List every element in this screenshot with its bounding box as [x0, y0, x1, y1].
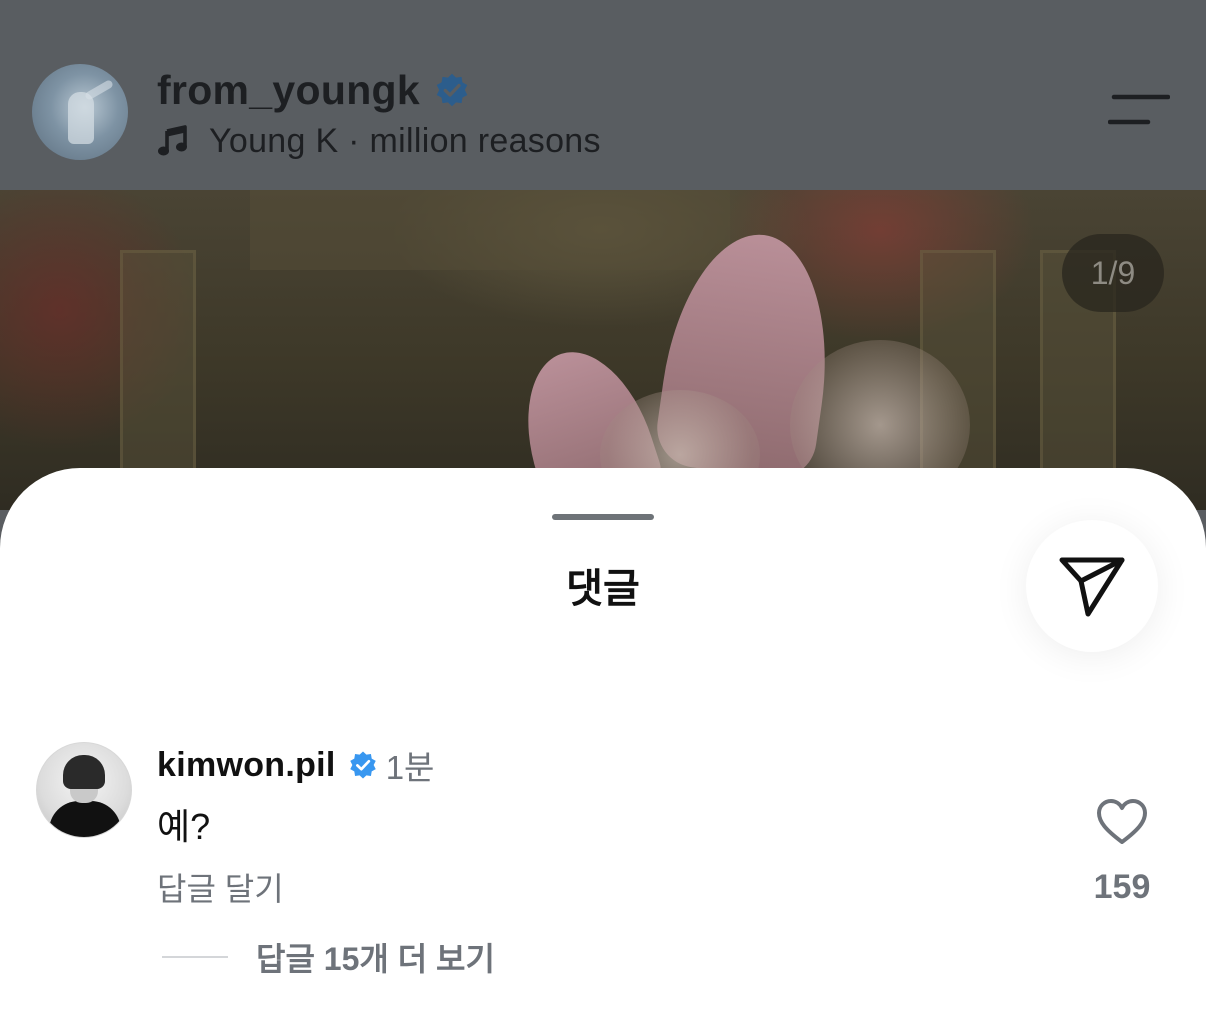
author-row: from_youngk [157, 64, 470, 116]
post-photo[interactable] [0, 190, 1206, 510]
verified-badge-icon [436, 73, 468, 107]
like-count: 159 [1093, 868, 1151, 906]
post-header: from_youngk Young K · million reasons [0, 0, 1206, 190]
author-avatar[interactable] [32, 64, 128, 160]
comments-sheet: 댓글 kimwon.pil 1분 예? 답글 달기 159 답글 15개 더 보… [0, 468, 1206, 1010]
commenter-username[interactable]: kimwon.pil [157, 746, 336, 785]
author-username[interactable]: from_youngk [157, 67, 420, 114]
comment-text: 예? [157, 806, 211, 847]
view-replies-button[interactable]: 답글 15개 더 보기 [256, 934, 495, 980]
photo-panel [120, 250, 196, 476]
menu-icon[interactable] [1108, 94, 1170, 126]
page-indicator: 1/9 [1062, 234, 1164, 312]
replies-divider [162, 956, 228, 958]
avatar-arm [84, 79, 114, 101]
share-button[interactable] [1026, 520, 1158, 652]
music-row[interactable]: Young K · million reasons [157, 118, 601, 164]
heart-icon[interactable] [1096, 798, 1148, 846]
comment-timestamp: 1분 [385, 749, 435, 786]
avatar-hair [63, 755, 105, 789]
music-track: Young K · million reasons [209, 121, 601, 160]
drag-handle[interactable] [552, 514, 654, 520]
photo-sign [250, 190, 730, 270]
verified-badge-icon [349, 751, 376, 779]
commenter-avatar[interactable] [36, 742, 132, 838]
avatar-figure [68, 92, 94, 144]
send-icon [1059, 557, 1125, 617]
app-screen: from_youngk Young K · million reasons 1/… [0, 0, 1206, 1010]
comment-meta: kimwon.pil 1분 [157, 742, 434, 788]
avatar-body [49, 801, 121, 837]
music-note-icon [158, 125, 187, 156]
reply-button[interactable]: 답글 달기 [157, 864, 284, 910]
